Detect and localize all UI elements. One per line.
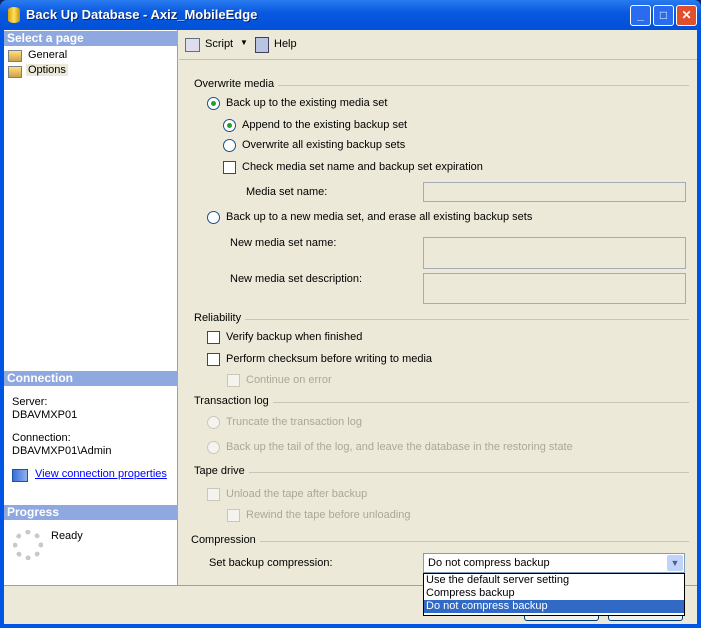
progress-status: Ready: [51, 530, 83, 542]
tail-radio[interactable]: [207, 441, 220, 454]
page-options[interactable]: Options: [26, 64, 68, 76]
unload-label: Unload the tape after backup: [226, 488, 368, 500]
check-media-checkbox[interactable]: [223, 161, 236, 174]
tail-label: Back up the tail of the log, and leave t…: [226, 441, 573, 453]
media-set-name-input[interactable]: [423, 182, 686, 202]
page-icon: [8, 66, 22, 78]
existing-media-label: Back up to the existing media set: [226, 97, 388, 109]
help-icon: [255, 37, 269, 53]
tape-drive-title: Tape drive: [194, 465, 249, 477]
help-button[interactable]: Help: [274, 38, 297, 50]
checksum-checkbox[interactable]: [207, 353, 220, 366]
maximize-button[interactable]: □: [653, 5, 674, 26]
select-page-header: Select a page: [4, 31, 178, 46]
verify-checkbox[interactable]: [207, 331, 220, 344]
connection-label: Connection:: [12, 432, 71, 444]
rewind-label: Rewind the tape before unloading: [246, 509, 411, 521]
truncate-label: Truncate the transaction log: [226, 416, 362, 428]
view-connection-properties-link[interactable]: View connection properties: [35, 468, 167, 480]
transaction-log-title: Transaction log: [194, 395, 273, 407]
progress-spinner-icon: [13, 530, 43, 560]
script-icon: [185, 38, 200, 52]
tape-drive-group: Tape drive: [194, 465, 689, 477]
overwrite-all-label: Overwrite all existing backup sets: [242, 139, 406, 151]
compression-group: Compression: [191, 534, 689, 546]
truncate-radio[interactable]: [207, 416, 220, 429]
compression-select[interactable]: Do not compress backup ▼: [423, 553, 685, 573]
check-media-label: Check media set name and backup set expi…: [242, 161, 483, 173]
media-set-name-label: Media set name:: [246, 186, 328, 198]
server-label: Server:: [12, 396, 48, 408]
transaction-log-group: Transaction log: [194, 395, 689, 407]
compression-option[interactable]: Use the default server setting: [424, 574, 684, 587]
dialog-client: Select a page General Options Connection…: [4, 30, 697, 624]
new-media-desc-label: New media set description:: [230, 273, 363, 285]
existing-media-radio[interactable]: [207, 97, 220, 110]
verify-label: Verify backup when finished: [226, 331, 363, 343]
left-pane: Select a page General Options Connection…: [4, 30, 178, 585]
window-title: Back Up Database - Axiz_MobileEdge: [26, 7, 258, 22]
overwrite-all-radio[interactable]: [223, 139, 236, 152]
compression-title: Compression: [191, 534, 260, 546]
reliability-title: Reliability: [194, 312, 246, 324]
overwrite-media-title: Overwrite media: [194, 78, 279, 90]
append-radio[interactable]: [223, 119, 236, 132]
database-icon: [8, 7, 20, 23]
new-media-desc-input[interactable]: [423, 273, 686, 304]
new-media-name-label: New media set name:: [230, 237, 337, 249]
checksum-label: Perform checksum before writing to media: [226, 353, 433, 365]
overwrite-media-group: Overwrite media: [194, 78, 689, 90]
rewind-checkbox[interactable]: [227, 509, 240, 522]
page-icon: [8, 50, 22, 62]
script-dropdown-icon[interactable]: ▼: [240, 38, 248, 47]
continue-on-error-checkbox[interactable]: [227, 374, 240, 387]
compression-option[interactable]: Compress backup: [424, 587, 684, 600]
connection-properties-icon: [12, 469, 28, 482]
continue-on-error-label: Continue on error: [246, 374, 332, 386]
close-button[interactable]: ✕: [676, 5, 697, 26]
connection-header: Connection: [4, 371, 178, 386]
new-media-radio[interactable]: [207, 211, 220, 224]
append-label: Append to the existing backup set: [242, 119, 408, 131]
server-value: DBAVMXP01: [12, 409, 78, 421]
new-media-label: Back up to a new media set, and erase al…: [226, 211, 533, 223]
new-media-name-input[interactable]: [423, 237, 686, 269]
options-page: Script ▼ Help Overwrite media Back up to…: [179, 30, 697, 616]
dialog-window: Back Up Database - Axiz_MobileEdge _ □ ✕…: [0, 0, 701, 628]
page-general[interactable]: General: [28, 49, 67, 61]
reliability-group: Reliability: [194, 312, 689, 324]
compression-option-selected[interactable]: Do not compress backup: [424, 600, 684, 613]
script-button[interactable]: Script: [205, 38, 233, 50]
connection-value: DBAVMXP01\Admin: [12, 445, 112, 457]
title-bar: Back Up Database - Axiz_MobileEdge _ □ ✕: [0, 0, 701, 30]
chevron-down-icon[interactable]: ▼: [667, 555, 683, 571]
compression-selected-value: Do not compress backup: [428, 557, 550, 569]
compression-dropdown-list: Use the default server setting Compress …: [423, 573, 685, 616]
compression-label: Set backup compression:: [209, 557, 333, 569]
toolbar: Script ▼ Help: [179, 30, 697, 60]
progress-header: Progress: [4, 505, 178, 520]
minimize-button[interactable]: _: [630, 5, 651, 26]
unload-checkbox[interactable]: [207, 488, 220, 501]
